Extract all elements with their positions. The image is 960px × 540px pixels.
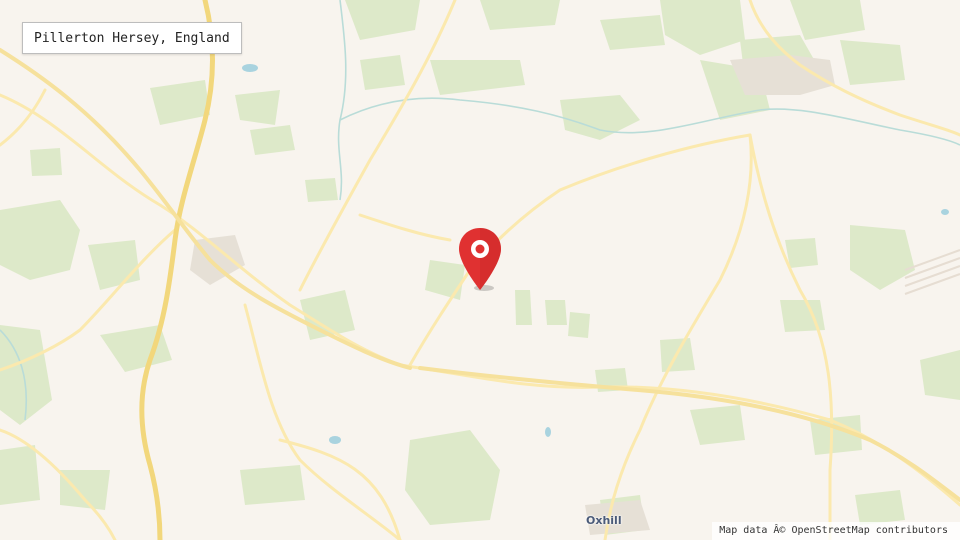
map-pin-icon[interactable] [456, 226, 504, 294]
town-label-oxhill: Oxhill [586, 514, 622, 527]
location-label-box: Pillerton Hersey, England [22, 22, 242, 54]
map-canvas[interactable]: Pillerton Hersey, England Oxhill Map dat… [0, 0, 960, 540]
location-label: Pillerton Hersey, England [34, 30, 230, 46]
map-attribution: Map data Â© OpenStreetMap contributors [712, 522, 960, 540]
